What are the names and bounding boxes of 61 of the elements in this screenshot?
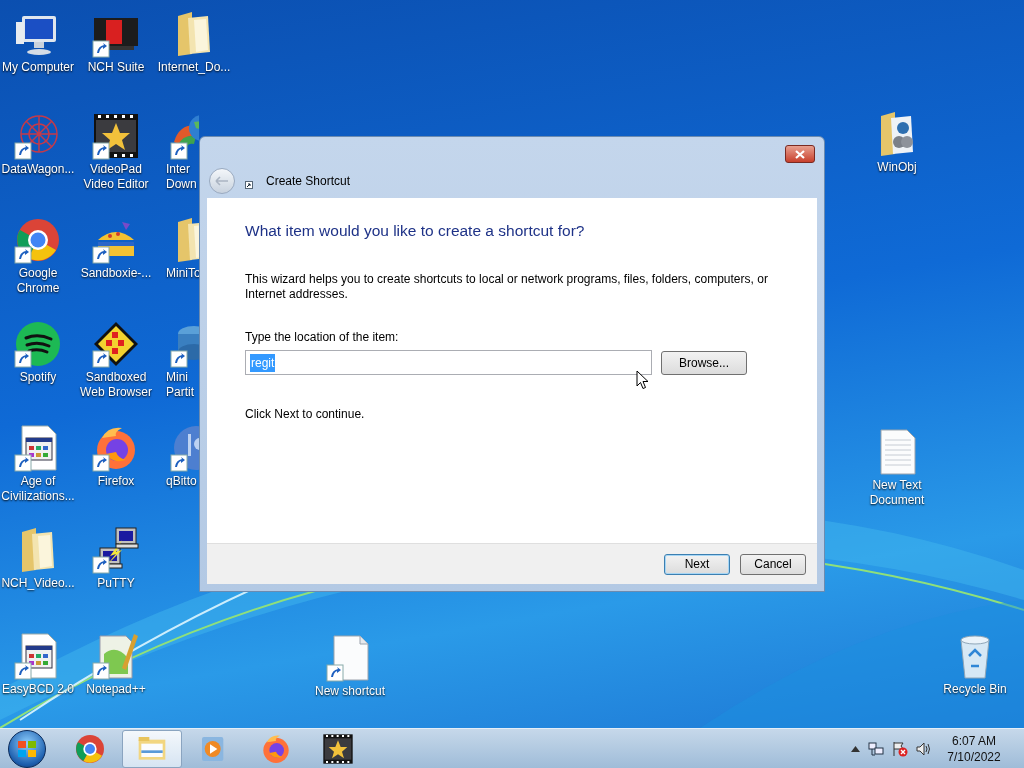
icon-label: New shortcut bbox=[314, 684, 386, 699]
cancel-button[interactable]: Cancel bbox=[740, 553, 806, 575]
icon-label: Civilizations... bbox=[0, 489, 76, 504]
wizard-description: This wizard helps you to create shortcuts to local or network programs, files, folders, computers, or Internet addresses. bbox=[245, 272, 769, 303]
mouse-cursor-icon bbox=[636, 370, 649, 390]
folder-icon[interactable] bbox=[22, 528, 54, 572]
star-film-icon bbox=[322, 732, 354, 765]
firefox-icon bbox=[260, 732, 292, 765]
icon-label: Video Editor bbox=[82, 177, 150, 192]
blank-file-icon[interactable] bbox=[334, 636, 368, 680]
folder-icon[interactable] bbox=[178, 12, 210, 56]
icon-label: Google bbox=[17, 266, 59, 281]
icon-label: DataWagon... bbox=[0, 162, 76, 177]
icon-label: Mini bbox=[166, 370, 189, 385]
next-button[interactable]: Next bbox=[664, 553, 730, 575]
chrome-icon bbox=[74, 732, 106, 765]
volume-icon[interactable] bbox=[916, 740, 932, 757]
browse-button[interactable]: Browse... bbox=[661, 350, 747, 375]
recycle-bin-icon[interactable] bbox=[961, 636, 989, 678]
icon-label: Inter bbox=[166, 162, 191, 177]
wizard-heading: What item would you like to create a shortcut for? bbox=[245, 221, 586, 241]
icon-label: New Text bbox=[871, 478, 923, 493]
icon-label: Web Browser bbox=[79, 385, 153, 400]
icon-label: qBitto bbox=[166, 474, 198, 489]
icon-label: Partit bbox=[166, 385, 195, 400]
computer-icon[interactable] bbox=[16, 16, 56, 55]
icon-label: MiniTo bbox=[166, 266, 200, 281]
icon-label: Age of bbox=[19, 474, 57, 489]
field-label: Type the location of the item: bbox=[245, 329, 400, 347]
hint-text: Click Next to continue. bbox=[245, 406, 366, 424]
icon-label: Firefox bbox=[96, 474, 136, 489]
icon-label: Sandboxed bbox=[84, 370, 148, 385]
network-icon[interactable] bbox=[868, 740, 884, 757]
icon-label: Down bbox=[166, 177, 198, 192]
icon-label: Spotify bbox=[18, 370, 58, 385]
icon-label: NCH Suite bbox=[86, 60, 146, 75]
icon-label: Document bbox=[868, 493, 926, 508]
back-arrow-icon bbox=[215, 175, 229, 186]
icon-label: Recycle Bin bbox=[942, 682, 1008, 697]
icon-label: PuTTY bbox=[96, 576, 136, 591]
app-window-icon[interactable] bbox=[22, 634, 56, 678]
icon-label: Notepad++ bbox=[85, 682, 147, 697]
flag-error-icon[interactable] bbox=[892, 740, 908, 757]
clock[interactable]: 6:07 AM 7/10/2022 bbox=[938, 732, 1010, 765]
gear-folder-icon[interactable] bbox=[881, 112, 913, 156]
icon-label: Internet_Do... bbox=[156, 60, 232, 75]
start-button[interactable] bbox=[8, 729, 46, 768]
icon-label: Chrome bbox=[15, 281, 61, 296]
show-hidden-icons-icon[interactable] bbox=[851, 745, 860, 752]
icon-label: WinObj bbox=[876, 160, 918, 175]
window-title: Create Shortcut bbox=[266, 172, 351, 190]
icon-label: My Computer bbox=[1, 60, 75, 75]
close-button[interactable] bbox=[785, 145, 815, 163]
app-window-icon[interactable] bbox=[22, 426, 56, 470]
network-graph-icon[interactable] bbox=[21, 116, 57, 152]
shortcut-arrow-icon bbox=[245, 180, 253, 189]
icon-label: Sandboxie-... bbox=[79, 266, 153, 281]
windows-logo-icon bbox=[18, 740, 36, 757]
icon-label: NCH_Video... bbox=[0, 576, 76, 591]
icon-label: VideoPad bbox=[89, 162, 143, 177]
close-icon bbox=[795, 149, 805, 159]
